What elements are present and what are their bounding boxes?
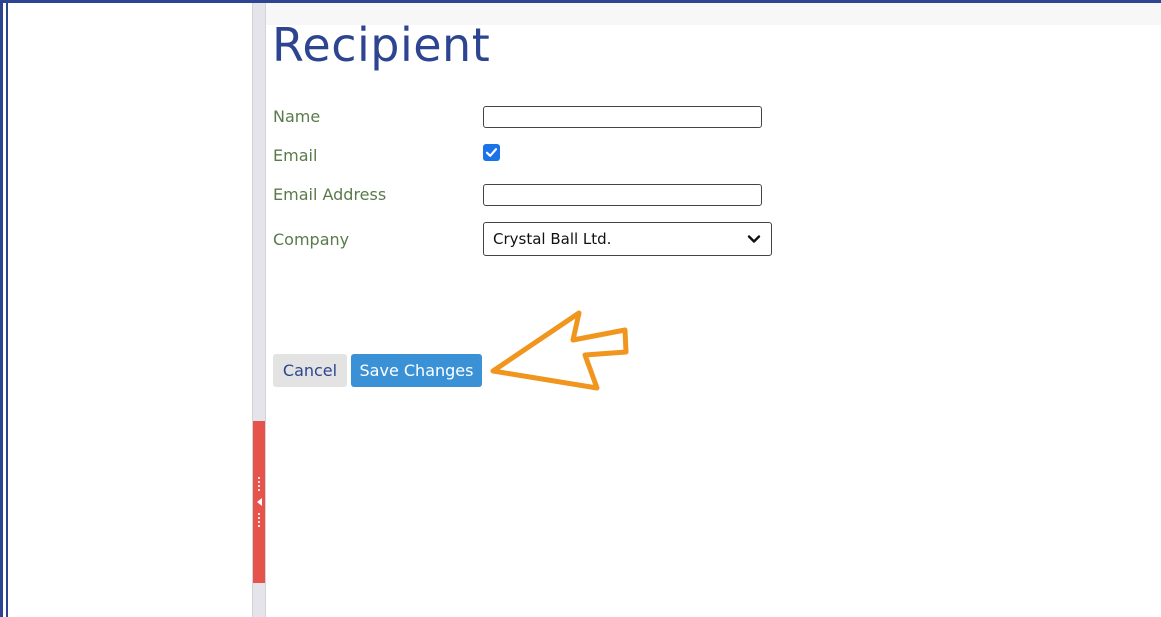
- email-label: Email: [273, 146, 318, 165]
- chevron-down-icon: [747, 235, 761, 243]
- collapse-left-arrow-icon: [256, 498, 262, 506]
- left-pane: [8, 3, 252, 617]
- page-title: Recipient: [272, 18, 491, 72]
- email-address-label: Email Address: [273, 185, 387, 204]
- checkmark-icon: [485, 148, 498, 157]
- grip-dots-icon: [258, 476, 260, 492]
- name-label: Name: [273, 107, 321, 126]
- left-border: [6, 3, 8, 617]
- pointer-arrow-icon: [490, 310, 629, 391]
- save-changes-button[interactable]: Save Changes: [351, 354, 482, 387]
- company-select-value: Crystal Ball Ltd.: [493, 230, 612, 248]
- email-address-field[interactable]: [483, 184, 762, 206]
- company-select[interactable]: Crystal Ball Ltd.: [483, 222, 772, 256]
- grip-dots-icon: [258, 512, 260, 528]
- company-label: Company: [273, 230, 350, 249]
- cancel-button[interactable]: Cancel: [273, 354, 347, 387]
- name-field[interactable]: [483, 106, 762, 128]
- email-checkbox[interactable]: [483, 144, 500, 161]
- splitter-handle[interactable]: [253, 421, 265, 583]
